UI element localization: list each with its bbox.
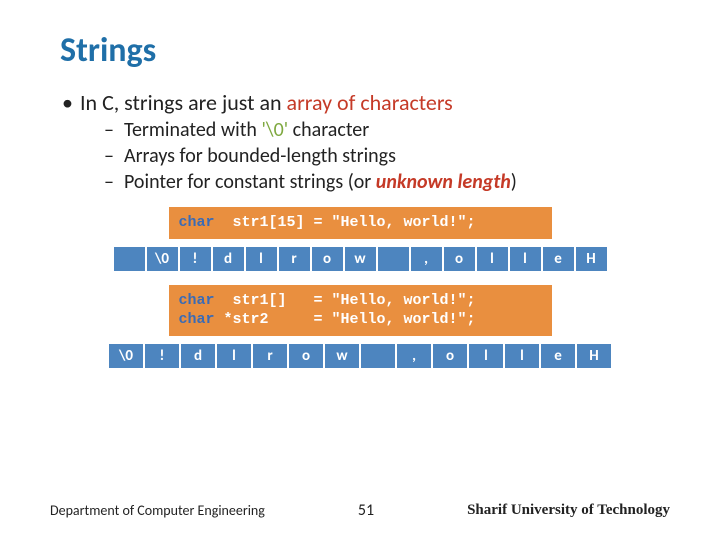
- char-cell: e: [540, 343, 576, 369]
- char-cell: r: [278, 246, 311, 272]
- char-cell: d: [180, 343, 216, 369]
- char-cell: o: [432, 343, 468, 369]
- sub-bullet-1: Terminated with '\0' character: [104, 118, 670, 142]
- char-cell: [377, 246, 410, 272]
- code1-kw: char: [179, 214, 215, 231]
- char-cell: !: [179, 246, 212, 272]
- char-cell: ,: [396, 343, 432, 369]
- sub-bullet-3: Pointer for constant strings (or unknown…: [104, 170, 670, 194]
- char-cell: [113, 246, 146, 272]
- char-cell: H: [575, 246, 608, 272]
- sub-bullets: Terminated with '\0' character Arrays fo…: [104, 118, 670, 194]
- char-cell: [360, 343, 396, 369]
- char-cell: l: [245, 246, 278, 272]
- page-number: 51: [358, 501, 374, 520]
- char-cell: H: [576, 343, 612, 369]
- char-cell: \0: [146, 246, 179, 272]
- char-cell: !: [144, 343, 180, 369]
- code-box-1: char str1[15] = "Hello, world!";: [168, 206, 553, 240]
- char-cell: l: [504, 343, 540, 369]
- main-bullets: In C, strings are just an array of chara…: [58, 89, 670, 194]
- char-cell: e: [542, 246, 575, 272]
- char-array-2: \0!dlrow,olleH: [108, 343, 612, 369]
- footer-univ: Sharif University of Technology: [467, 502, 670, 519]
- code1-rest: str1[15] = "Hello, world!";: [215, 214, 476, 231]
- char-cell: o: [311, 246, 344, 272]
- code2-rest2: *str2 = "Hello, world!";: [215, 311, 476, 328]
- char-cell: ,: [410, 246, 443, 272]
- char-cell: l: [509, 246, 542, 272]
- sub1-highlight: '\0': [261, 118, 288, 142]
- sub-bullet-2: Arrays for bounded-length strings: [104, 144, 670, 168]
- footer: Department of Computer Engineering 51 Sh…: [50, 501, 670, 520]
- char-cell: l: [216, 343, 252, 369]
- char-cell: l: [476, 246, 509, 272]
- bullet-main: In C, strings are just an array of chara…: [58, 89, 670, 194]
- code2-kw1: char: [179, 292, 215, 309]
- code-box-2: char str1[] = "Hello, world!"; char *str…: [168, 284, 553, 337]
- char-cell: r: [252, 343, 288, 369]
- char-cell: w: [344, 246, 377, 272]
- bullet-main-highlight: array of characters: [287, 89, 453, 116]
- slide-title: Strings: [60, 30, 670, 71]
- char-cell: o: [443, 246, 476, 272]
- char-cell: \0: [108, 343, 144, 369]
- char-array-1: \0!dlrow,olleH: [113, 246, 608, 272]
- code2-rest1: str1[] = "Hello, world!";: [215, 292, 476, 309]
- char-cell: o: [288, 343, 324, 369]
- sub3-highlight: unknown length: [376, 170, 511, 194]
- bullet-main-text: In C, strings are just an: [80, 89, 287, 116]
- footer-dept: Department of Computer Engineering: [50, 502, 265, 519]
- char-cell: d: [212, 246, 245, 272]
- char-cell: w: [324, 343, 360, 369]
- code2-kw2: char: [179, 311, 215, 328]
- char-cell: l: [468, 343, 504, 369]
